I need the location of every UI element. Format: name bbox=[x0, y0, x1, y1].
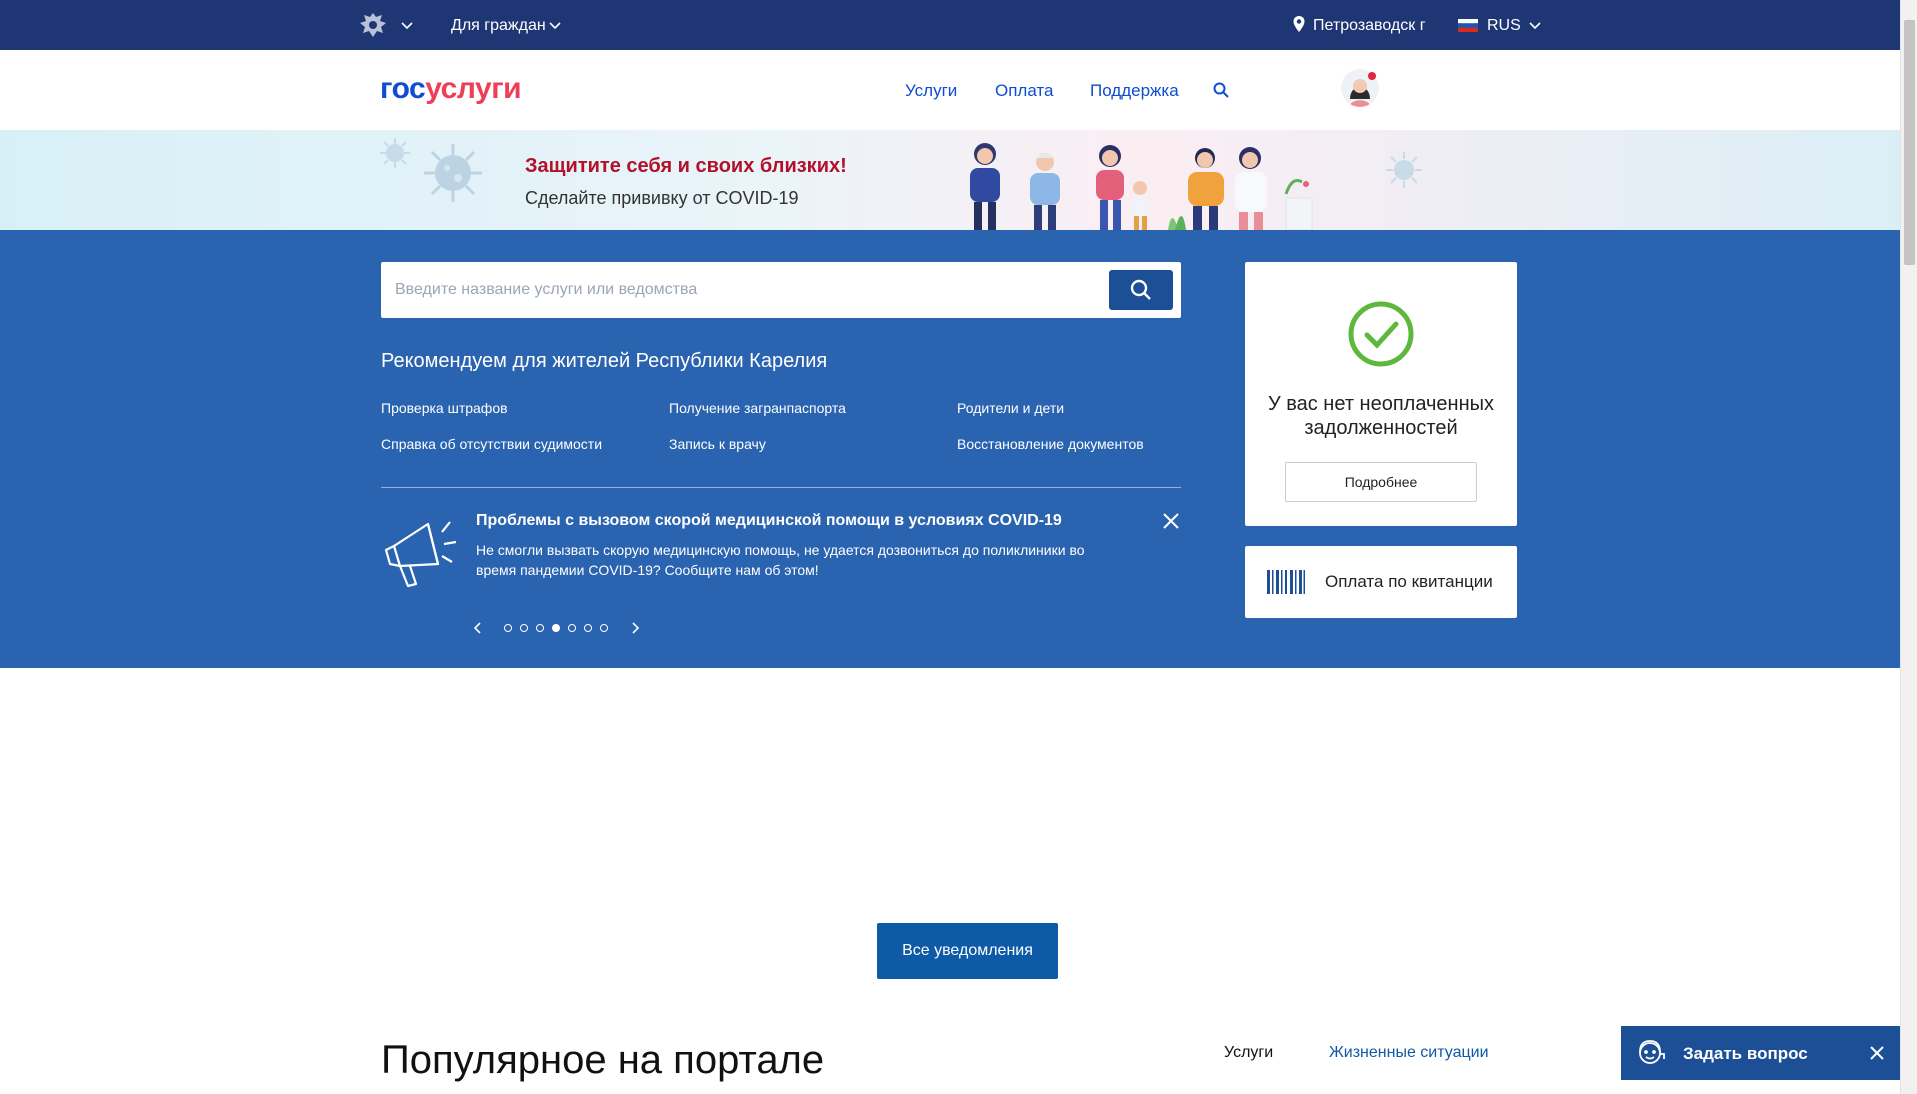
popular-title: Популярное на портале bbox=[381, 1038, 825, 1082]
close-icon[interactable] bbox=[1162, 512, 1180, 530]
recommend-title: Рекомендуем для жителей Республики Карел… bbox=[381, 350, 828, 372]
virus-icon bbox=[1386, 152, 1422, 188]
payment-by-receipt[interactable]: Оплата по квитанции bbox=[1245, 546, 1517, 618]
recommend-link[interactable]: Восстановление документов bbox=[957, 436, 1144, 452]
all-notifications-button[interactable]: Все уведомления bbox=[877, 923, 1058, 979]
gosuslugi-logo[interactable]: госуслуги bbox=[380, 72, 522, 106]
search-icon[interactable] bbox=[1212, 81, 1230, 99]
tab-life-situations[interactable]: Жизненные ситуации bbox=[1329, 1044, 1489, 1062]
nav-support[interactable]: Поддержка bbox=[1090, 81, 1179, 101]
debt-card: У вас нет неоплаченных задолженностей По… bbox=[1245, 262, 1517, 526]
ask-question-widget[interactable]: Задать вопрос bbox=[1621, 1026, 1900, 1080]
chevron-down-icon[interactable] bbox=[1528, 19, 1542, 33]
divider bbox=[381, 487, 1181, 488]
support-chat-icon bbox=[1639, 1040, 1665, 1064]
virus-icon bbox=[380, 138, 410, 168]
slider-dot[interactable] bbox=[520, 624, 528, 632]
news-text: Не смогли вызвать скорую медицинскую пом… bbox=[476, 542, 1085, 578]
chevron-left-icon[interactable] bbox=[472, 621, 484, 635]
nav-services[interactable]: Услуги bbox=[905, 81, 957, 101]
service-search bbox=[381, 262, 1181, 318]
coat-of-arms-icon[interactable] bbox=[356, 10, 390, 40]
covid-banner[interactable]: Защитите себя и своих близких! Сделайте … bbox=[0, 130, 1900, 230]
news-title[interactable]: Проблемы с вызовом скорой медицинской по… bbox=[476, 512, 1062, 530]
barcode-icon bbox=[1267, 570, 1305, 594]
slider-dot[interactable] bbox=[552, 624, 560, 632]
notification-dot bbox=[1368, 72, 1376, 80]
slider-dot[interactable] bbox=[536, 624, 544, 632]
nav-payment[interactable]: Оплата bbox=[995, 81, 1053, 101]
language-selector[interactable]: RUS bbox=[1487, 17, 1521, 35]
logo-part-gos: гос bbox=[380, 72, 426, 105]
slider-dot[interactable] bbox=[568, 624, 576, 632]
chevron-down-icon[interactable] bbox=[400, 19, 414, 33]
scrollbar-thumb[interactable] bbox=[1904, 20, 1915, 265]
russian-flag-icon bbox=[1458, 19, 1478, 32]
banner-title: Защитите себя и своих близких! bbox=[525, 155, 847, 177]
megaphone-icon bbox=[384, 521, 457, 588]
service-search-input[interactable] bbox=[395, 262, 1095, 318]
slider-dot[interactable] bbox=[584, 624, 592, 632]
city-selector[interactable]: Петрозаводск г bbox=[1313, 17, 1426, 35]
slider-dot[interactable] bbox=[600, 624, 608, 632]
payment-label: Оплата по квитанции bbox=[1325, 572, 1493, 591]
banner-subtitle: Сделайте прививку от COVID-19 bbox=[525, 188, 799, 208]
page: Для граждан Петрозаводск г RUS госуслуги… bbox=[0, 0, 1917, 1094]
recommend-link[interactable]: Справка об отсутствии судимости bbox=[381, 436, 602, 452]
debt-status-text: У вас нет неоплаченных задолженностей bbox=[1267, 393, 1495, 439]
virus-icon bbox=[424, 144, 482, 202]
recommend-link[interactable]: Родители и дети bbox=[957, 400, 1064, 416]
tab-services[interactable]: Услуги bbox=[1224, 1044, 1273, 1062]
role-selector[interactable]: Для граждан bbox=[451, 17, 546, 35]
recommend-link[interactable]: Получение загранпаспорта bbox=[669, 400, 846, 416]
search-icon bbox=[1130, 279, 1151, 300]
slider-dot[interactable] bbox=[504, 624, 512, 632]
location-pin-icon bbox=[1293, 16, 1305, 32]
logo-part-uslugi: услуги bbox=[425, 72, 522, 105]
check-circle-icon bbox=[1348, 301, 1414, 367]
ask-question-label: Задать вопрос bbox=[1683, 1044, 1808, 1063]
vaccination-illustration bbox=[970, 143, 1313, 230]
vertical-scrollbar[interactable] bbox=[1900, 0, 1917, 1094]
top-bar: Для граждан Петрозаводск г RUS bbox=[0, 0, 1900, 50]
recommend-link[interactable]: Запись к врачу bbox=[669, 436, 766, 452]
main-header: госуслуги Услуги Оплата Поддержка bbox=[0, 50, 1900, 130]
search-button[interactable] bbox=[1109, 270, 1173, 310]
chevron-down-icon[interactable] bbox=[548, 19, 562, 33]
close-icon[interactable] bbox=[1869, 1045, 1885, 1061]
details-button[interactable]: Подробнее bbox=[1285, 462, 1477, 502]
chevron-right-icon[interactable] bbox=[629, 621, 641, 635]
recommend-link[interactable]: Проверка штрафов bbox=[381, 400, 508, 416]
hero-section: Рекомендуем для жителей Республики Карел… bbox=[0, 230, 1900, 668]
